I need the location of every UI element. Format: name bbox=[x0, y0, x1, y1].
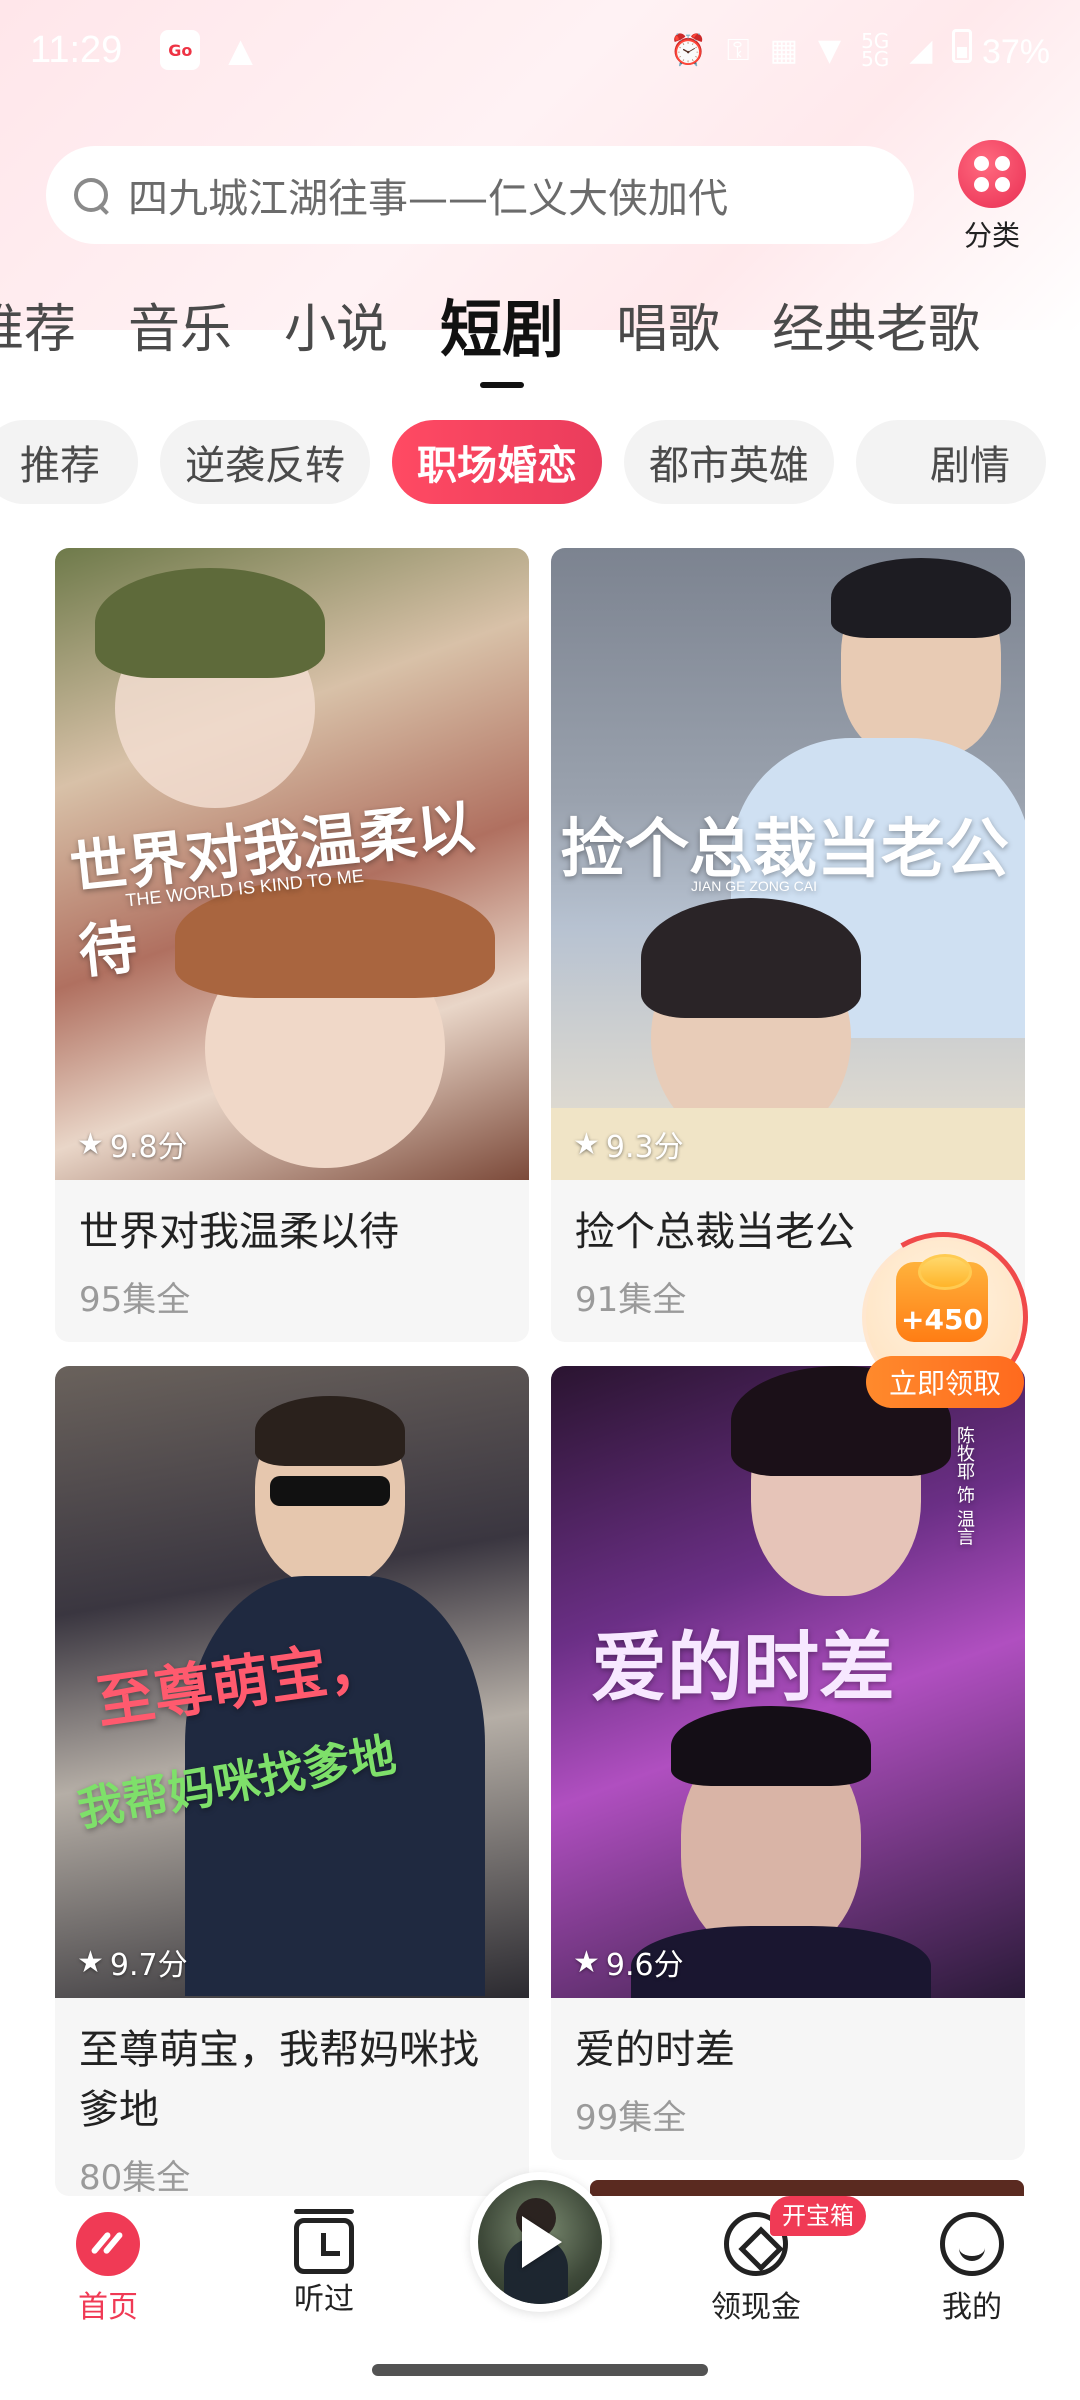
treasure-badge: 开宝箱 bbox=[770, 2196, 866, 2236]
now-playing-button[interactable] bbox=[470, 2172, 610, 2312]
reward-widget[interactable]: +450 立即领取 bbox=[838, 1212, 1048, 1422]
poster-title-text: 捡个总裁当老公 bbox=[561, 812, 1009, 887]
subtab-urban-hero[interactable]: 都市英雄 bbox=[624, 420, 834, 504]
category-label: 分类 bbox=[963, 219, 1020, 252]
claim-reward-button[interactable]: 立即领取 bbox=[866, 1356, 1024, 1408]
battery-level: 37% bbox=[981, 32, 1050, 71]
history-icon bbox=[294, 2209, 354, 2274]
nav-me[interactable]: 我的 bbox=[902, 2212, 1042, 2326]
cat-notification-icon: ▲ bbox=[228, 31, 253, 69]
drama-card[interactable]: 至尊萌宝， 我帮妈咪找爹地 ★ 9.7分 至尊萌宝，我帮妈咪找爹地 80集全 bbox=[55, 1366, 529, 2196]
subtab-plot[interactable]: 剧情 bbox=[856, 420, 1046, 504]
app-notification-icon: Go bbox=[160, 30, 201, 70]
rating: ★ 9.8分 bbox=[77, 1126, 188, 1166]
subtab-recommend[interactable]: 推荐 bbox=[0, 420, 138, 504]
home-icon bbox=[76, 2212, 140, 2276]
drama-poster: 世界对我温柔以待 THE WORLD IS KIND TO ME ★ 9.8分 bbox=[55, 548, 529, 1180]
nav-me-label: 我的 bbox=[942, 2290, 1002, 2325]
star-icon: ★ bbox=[77, 1944, 104, 1980]
tab-music[interactable]: 音乐 bbox=[128, 280, 232, 380]
search-bar[interactable]: 四九城江湖往事——仁义大侠加代 bbox=[46, 146, 914, 244]
alarm-icon: ⏰ bbox=[669, 32, 707, 68]
star-icon: ★ bbox=[573, 1944, 600, 1980]
episode-count: 95集全 bbox=[79, 1280, 191, 1320]
battery-icon bbox=[952, 28, 973, 63]
subtab-comeback[interactable]: 逆袭反转 bbox=[160, 420, 370, 504]
drama-card[interactable]: 爱的时差 陈牧耶 饰 温言 ★ 9.6分 爱的时差 99集全 bbox=[551, 1366, 1025, 2160]
subtab-workplace-romance[interactable]: 职场婚恋 bbox=[392, 420, 602, 504]
drama-title: 世界对我温柔以待 bbox=[79, 1209, 399, 1255]
coin-chest-icon: +450 bbox=[896, 1254, 988, 1342]
nav-earn-label: 领现金 bbox=[711, 2290, 801, 2325]
search-icon bbox=[72, 176, 110, 214]
poster-title-text: 爱的时差 bbox=[591, 1623, 895, 1712]
poster-subtitle-text: 陈牧耶 饰 温言 bbox=[954, 1426, 975, 1546]
drama-title: 爱的时差 bbox=[575, 2027, 735, 2073]
nav-history[interactable]: 听过 bbox=[254, 2209, 394, 2318]
tab-singing[interactable]: 唱歌 bbox=[616, 280, 720, 380]
tab-novel[interactable]: 小说 bbox=[284, 280, 388, 380]
home-indicator[interactable] bbox=[372, 2364, 708, 2376]
play-icon bbox=[522, 2216, 562, 2268]
smile-icon bbox=[940, 2212, 1004, 2276]
nfc-icon: ▦ bbox=[769, 32, 798, 68]
tab-classic-songs[interactable]: 经典老歌 bbox=[772, 280, 980, 380]
nav-home-label: 首页 bbox=[78, 2290, 138, 2325]
sub-tabs: 推荐 逆袭反转 职场婚恋 都市英雄 剧情 bbox=[0, 420, 1080, 504]
signal-icon: 5G 5G bbox=[861, 29, 890, 71]
status-icons: ⏰ ⚿ ▦ ▼ 5G 5G ◢ 37% bbox=[669, 28, 1050, 72]
category-grid-icon bbox=[958, 140, 1026, 208]
tab-recommend[interactable]: 推荐 bbox=[0, 280, 76, 380]
nav-home[interactable]: 首页 bbox=[38, 2212, 178, 2326]
search-placeholder: 四九城江湖往事——仁义大侠加代 bbox=[128, 176, 728, 222]
rating: ★ 9.6分 bbox=[573, 1944, 684, 1984]
wifi-icon: ▼ bbox=[818, 32, 842, 68]
drama-poster: 捡个总裁当老公 JIAN GE ZONG CAI ★ 9.3分 bbox=[551, 548, 1025, 1180]
drama-poster: 爱的时差 陈牧耶 饰 温言 ★ 9.6分 bbox=[551, 1366, 1025, 1998]
main-tabs: 推荐 音乐 小说 短剧 唱歌 经典老歌 bbox=[0, 280, 1080, 380]
star-icon: ★ bbox=[77, 1126, 104, 1162]
episode-count: 99集全 bbox=[575, 2098, 687, 2138]
signal-bars-icon: ◢ bbox=[909, 32, 933, 68]
drama-title: 至尊萌宝，我帮妈咪找爹地 bbox=[79, 2027, 479, 2133]
drama-card[interactable]: 世界对我温柔以待 THE WORLD IS KIND TO ME ★ 9.8分 世… bbox=[55, 548, 529, 1342]
rating: ★ 9.7分 bbox=[77, 1944, 188, 1984]
status-time: 11:29 bbox=[30, 28, 123, 71]
episode-count: 80集全 bbox=[79, 2158, 191, 2196]
poster-subtitle-text: JIAN GE ZONG CAI bbox=[691, 878, 818, 894]
nav-history-label: 听过 bbox=[294, 2282, 354, 2317]
star-icon: ★ bbox=[573, 1126, 600, 1162]
rating: ★ 9.3分 bbox=[573, 1126, 684, 1166]
key-icon: ⚿ bbox=[726, 32, 750, 68]
category-button[interactable]: 分类 bbox=[952, 140, 1032, 254]
drama-card[interactable]: 捡个总裁当老公 JIAN GE ZONG CAI ★ 9.3分 捡个总裁当老公 9… bbox=[551, 548, 1025, 1342]
drama-poster: 至尊萌宝， 我帮妈咪找爹地 ★ 9.7分 bbox=[55, 1366, 529, 1998]
status-bar: 11:29 Go ▲ ⏰ ⚿ ▦ ▼ 5G 5G ◢ 37% bbox=[0, 0, 1080, 100]
battery-indicator: 37% bbox=[952, 28, 1050, 72]
tab-short-drama[interactable]: 短剧 bbox=[440, 280, 564, 380]
